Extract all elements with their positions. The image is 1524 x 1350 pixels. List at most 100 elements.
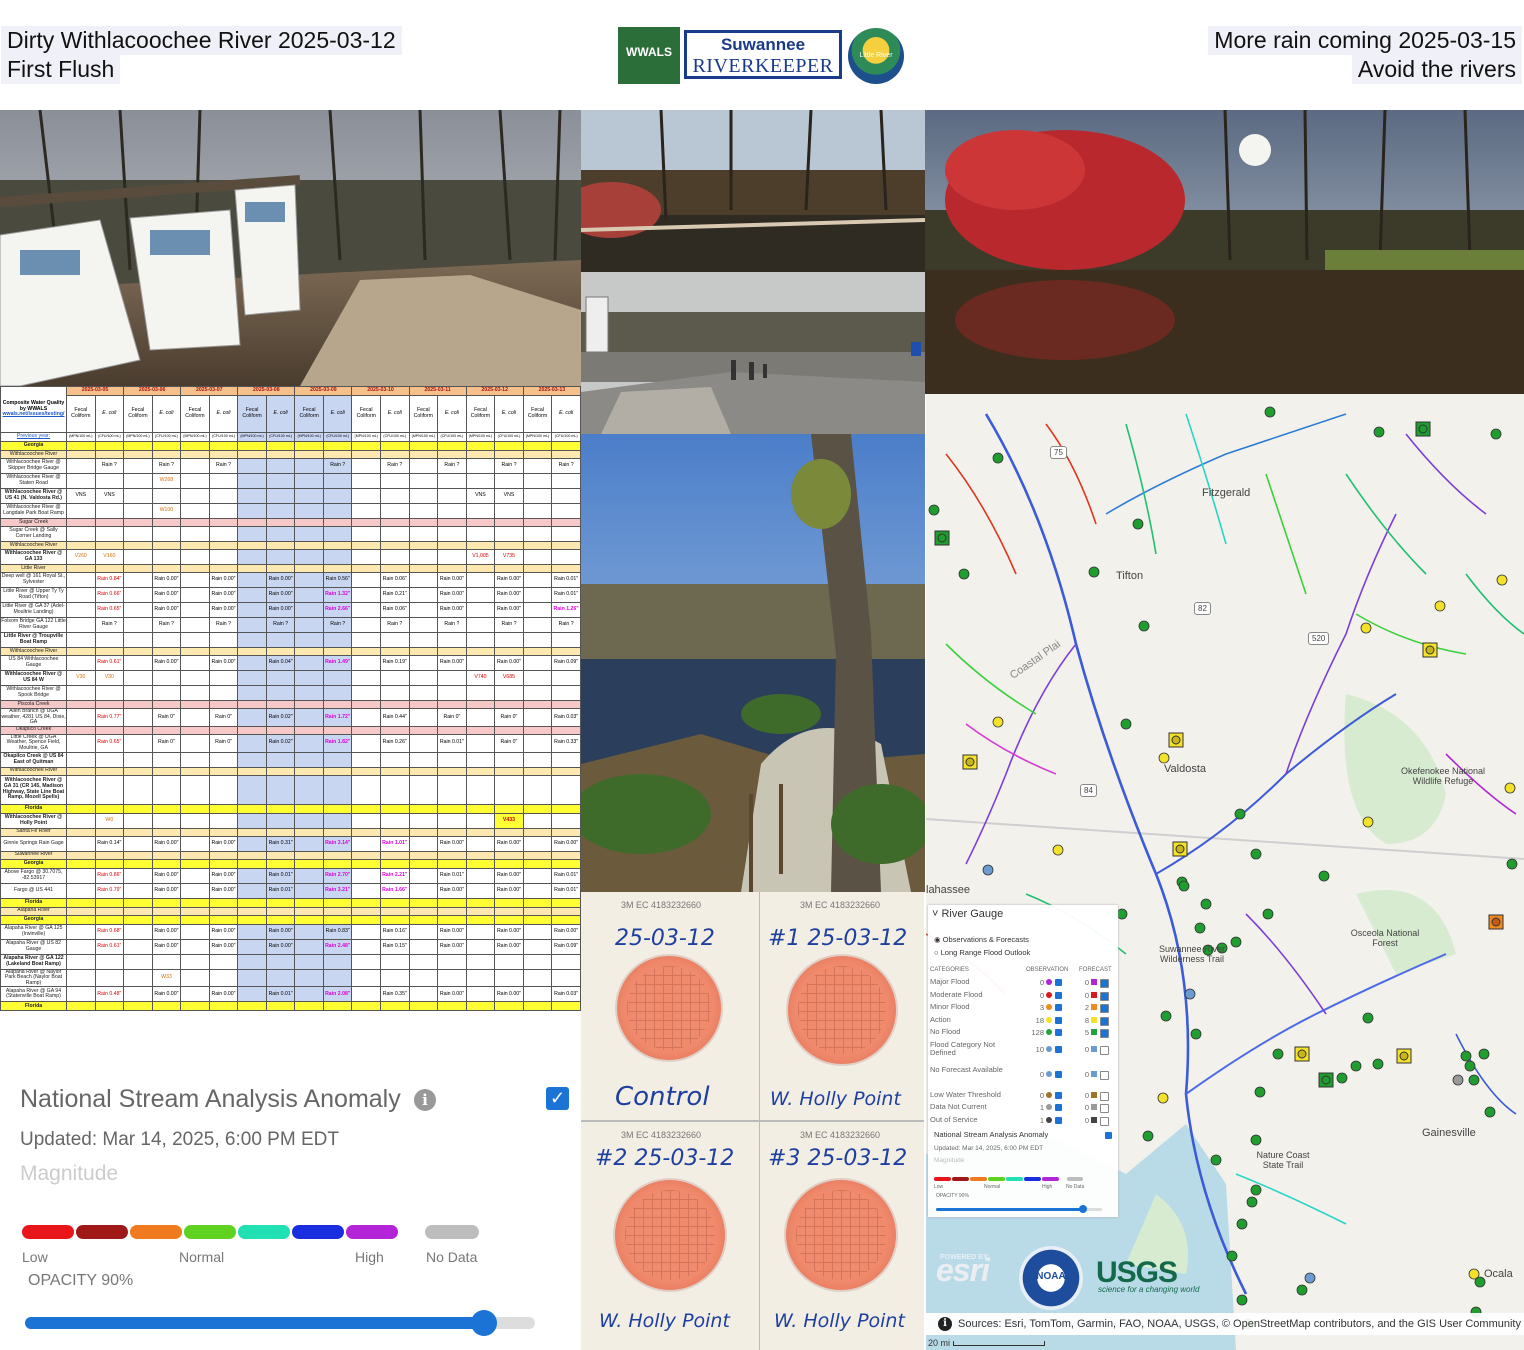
gauge-obs-checkbox[interactable] bbox=[1055, 1116, 1062, 1124]
gauge-marker[interactable] bbox=[1373, 426, 1385, 438]
gauge-marker[interactable] bbox=[1132, 518, 1144, 530]
gauge-marker[interactable] bbox=[1160, 1010, 1172, 1022]
gauge-obs-checkbox[interactable] bbox=[1055, 1016, 1062, 1024]
gauge-marker[interactable] bbox=[1350, 1060, 1362, 1072]
gauge-marker[interactable] bbox=[992, 452, 1004, 464]
gauge-marker[interactable] bbox=[1504, 782, 1516, 794]
gauge-marker[interactable] bbox=[1362, 1012, 1374, 1024]
gauge-marker[interactable] bbox=[1262, 908, 1274, 920]
radio-observations[interactable]: ◉ Observations & Forecasts bbox=[934, 935, 1029, 944]
value-cell bbox=[237, 766, 267, 776]
gauge-nsa-checkbox[interactable] bbox=[1105, 1132, 1112, 1139]
gauge-marker[interactable] bbox=[1250, 1134, 1262, 1146]
gauge-marker[interactable] bbox=[1490, 428, 1502, 440]
gauge-marker[interactable] bbox=[1236, 1294, 1248, 1306]
gauge-marker[interactable] bbox=[1246, 1196, 1258, 1208]
gauge-marker[interactable] bbox=[1194, 922, 1206, 934]
gauge-marker[interactable] bbox=[958, 568, 970, 580]
value-cell bbox=[408, 541, 439, 550]
gauge-marker[interactable] bbox=[1158, 752, 1170, 764]
gauge-obs-checkbox[interactable] bbox=[1055, 1045, 1062, 1053]
value-cell bbox=[208, 503, 239, 519]
gauge-marker[interactable] bbox=[1496, 574, 1508, 586]
gauge-marker[interactable] bbox=[1296, 1284, 1308, 1296]
gauge-marker[interactable] bbox=[1250, 848, 1262, 860]
gauge-fc-checkbox[interactable] bbox=[1100, 991, 1109, 1001]
value-cell bbox=[294, 986, 324, 1003]
gauge-marker[interactable] bbox=[1336, 1072, 1348, 1084]
gauge-marker[interactable] bbox=[1116, 908, 1128, 920]
gauge-marker[interactable] bbox=[1120, 718, 1132, 730]
value-cell bbox=[66, 632, 96, 648]
gauge-marker[interactable] bbox=[1362, 816, 1374, 828]
gauge-marker[interactable] bbox=[1468, 1074, 1480, 1086]
gauge-marker[interactable] bbox=[928, 504, 940, 516]
nsa-layer-checkbox[interactable]: ✓ bbox=[546, 1087, 569, 1110]
gauge-marker[interactable] bbox=[1318, 870, 1330, 882]
gauge-marker[interactable] bbox=[1142, 1130, 1154, 1142]
radio-observations-label: Observations & Forecasts bbox=[942, 935, 1029, 944]
gauge-marker[interactable] bbox=[1200, 898, 1212, 910]
gauge-obs-checkbox[interactable] bbox=[1055, 1004, 1062, 1011]
gauge-marker[interactable] bbox=[1372, 1058, 1384, 1070]
gauge-marker[interactable] bbox=[1452, 1074, 1464, 1086]
gauge-obs-checkbox[interactable] bbox=[1055, 1070, 1062, 1078]
gauge-category-label: Major Flood bbox=[930, 977, 970, 986]
gauge-fc-checkbox[interactable] bbox=[1100, 1104, 1109, 1113]
gauge-marker[interactable] bbox=[1464, 1060, 1476, 1072]
gauge-obs-checkbox[interactable] bbox=[1055, 1091, 1062, 1099]
gauge-marker[interactable] bbox=[1138, 620, 1150, 632]
value-cell bbox=[408, 835, 439, 852]
gauge-obs-checkbox[interactable] bbox=[1055, 1104, 1062, 1111]
table-corner-link[interactable]: wwals.net/issues/testing/ bbox=[3, 411, 65, 417]
gauge-obs-checkbox[interactable] bbox=[1055, 1029, 1062, 1036]
gauge-fc-checkbox[interactable] bbox=[1100, 979, 1109, 988]
gauge-marker[interactable] bbox=[992, 716, 1004, 728]
gauge-marker[interactable] bbox=[1234, 808, 1246, 820]
gauge-fc-checkbox[interactable] bbox=[1100, 1070, 1109, 1080]
gauge-marker[interactable] bbox=[1210, 1154, 1222, 1166]
gauge-fc-checkbox[interactable] bbox=[1100, 1016, 1109, 1026]
gauge-marker[interactable] bbox=[1434, 600, 1446, 612]
gauge-marker[interactable] bbox=[1254, 1086, 1266, 1098]
value-cell: Rain ? bbox=[494, 617, 524, 633]
info-icon[interactable]: i bbox=[414, 1089, 436, 1111]
gauge-marker[interactable] bbox=[1304, 1272, 1316, 1284]
previous-year-link[interactable]: Previous year: bbox=[0, 432, 67, 442]
gauge-marker[interactable] bbox=[1178, 880, 1190, 892]
gauge-opacity-handle[interactable] bbox=[1079, 1205, 1087, 1213]
gauge-marker[interactable] bbox=[982, 864, 994, 876]
gauge-marker[interactable] bbox=[1088, 566, 1100, 578]
gauge-marker[interactable] bbox=[1184, 988, 1196, 1000]
gauge-marker[interactable] bbox=[1052, 844, 1064, 856]
river-gauge-title[interactable]: ˅ River Gauge bbox=[932, 908, 1003, 920]
gauge-obs-checkbox[interactable] bbox=[1055, 991, 1062, 999]
value-cell bbox=[351, 450, 382, 459]
gauge-marker[interactable] bbox=[1236, 1218, 1248, 1230]
gauge-fc-checkbox[interactable] bbox=[1100, 1004, 1109, 1013]
gauge-obs-checkbox[interactable] bbox=[1055, 979, 1062, 986]
gauge-fc-checkbox[interactable] bbox=[1100, 1029, 1109, 1038]
gauge-marker[interactable] bbox=[1506, 858, 1518, 870]
info-icon[interactable]: i bbox=[938, 1317, 952, 1332]
gauge-marker[interactable] bbox=[1460, 1050, 1472, 1062]
gauge-fc-checkbox[interactable] bbox=[1100, 1116, 1109, 1126]
value-cell bbox=[522, 858, 553, 869]
gauge-marker[interactable] bbox=[1226, 1250, 1238, 1262]
opacity-slider-handle[interactable] bbox=[471, 1310, 497, 1336]
value-cell bbox=[322, 774, 353, 805]
gauge-marker[interactable] bbox=[1478, 1048, 1490, 1060]
value-cell: Rain 2.08" bbox=[322, 986, 353, 1003]
gauge-marker[interactable] bbox=[1264, 406, 1276, 418]
gauge-marker[interactable] bbox=[1190, 1028, 1202, 1040]
gauge-fc-checkbox[interactable] bbox=[1100, 1045, 1109, 1055]
radio-long-range[interactable]: ○ Long Range Flood Outlook bbox=[934, 948, 1030, 957]
gauge-marker[interactable] bbox=[1250, 1184, 1262, 1196]
table-row: Sugar Creek bbox=[0, 518, 581, 527]
gauge-marker[interactable] bbox=[1157, 1092, 1169, 1104]
value-cell: Rain 0.00" bbox=[494, 587, 524, 603]
gauge-fc-checkbox[interactable] bbox=[1100, 1091, 1109, 1101]
gauge-marker[interactable] bbox=[1360, 622, 1372, 634]
gauge-marker[interactable] bbox=[1272, 1048, 1284, 1060]
gauge-marker[interactable] bbox=[1484, 1106, 1496, 1118]
